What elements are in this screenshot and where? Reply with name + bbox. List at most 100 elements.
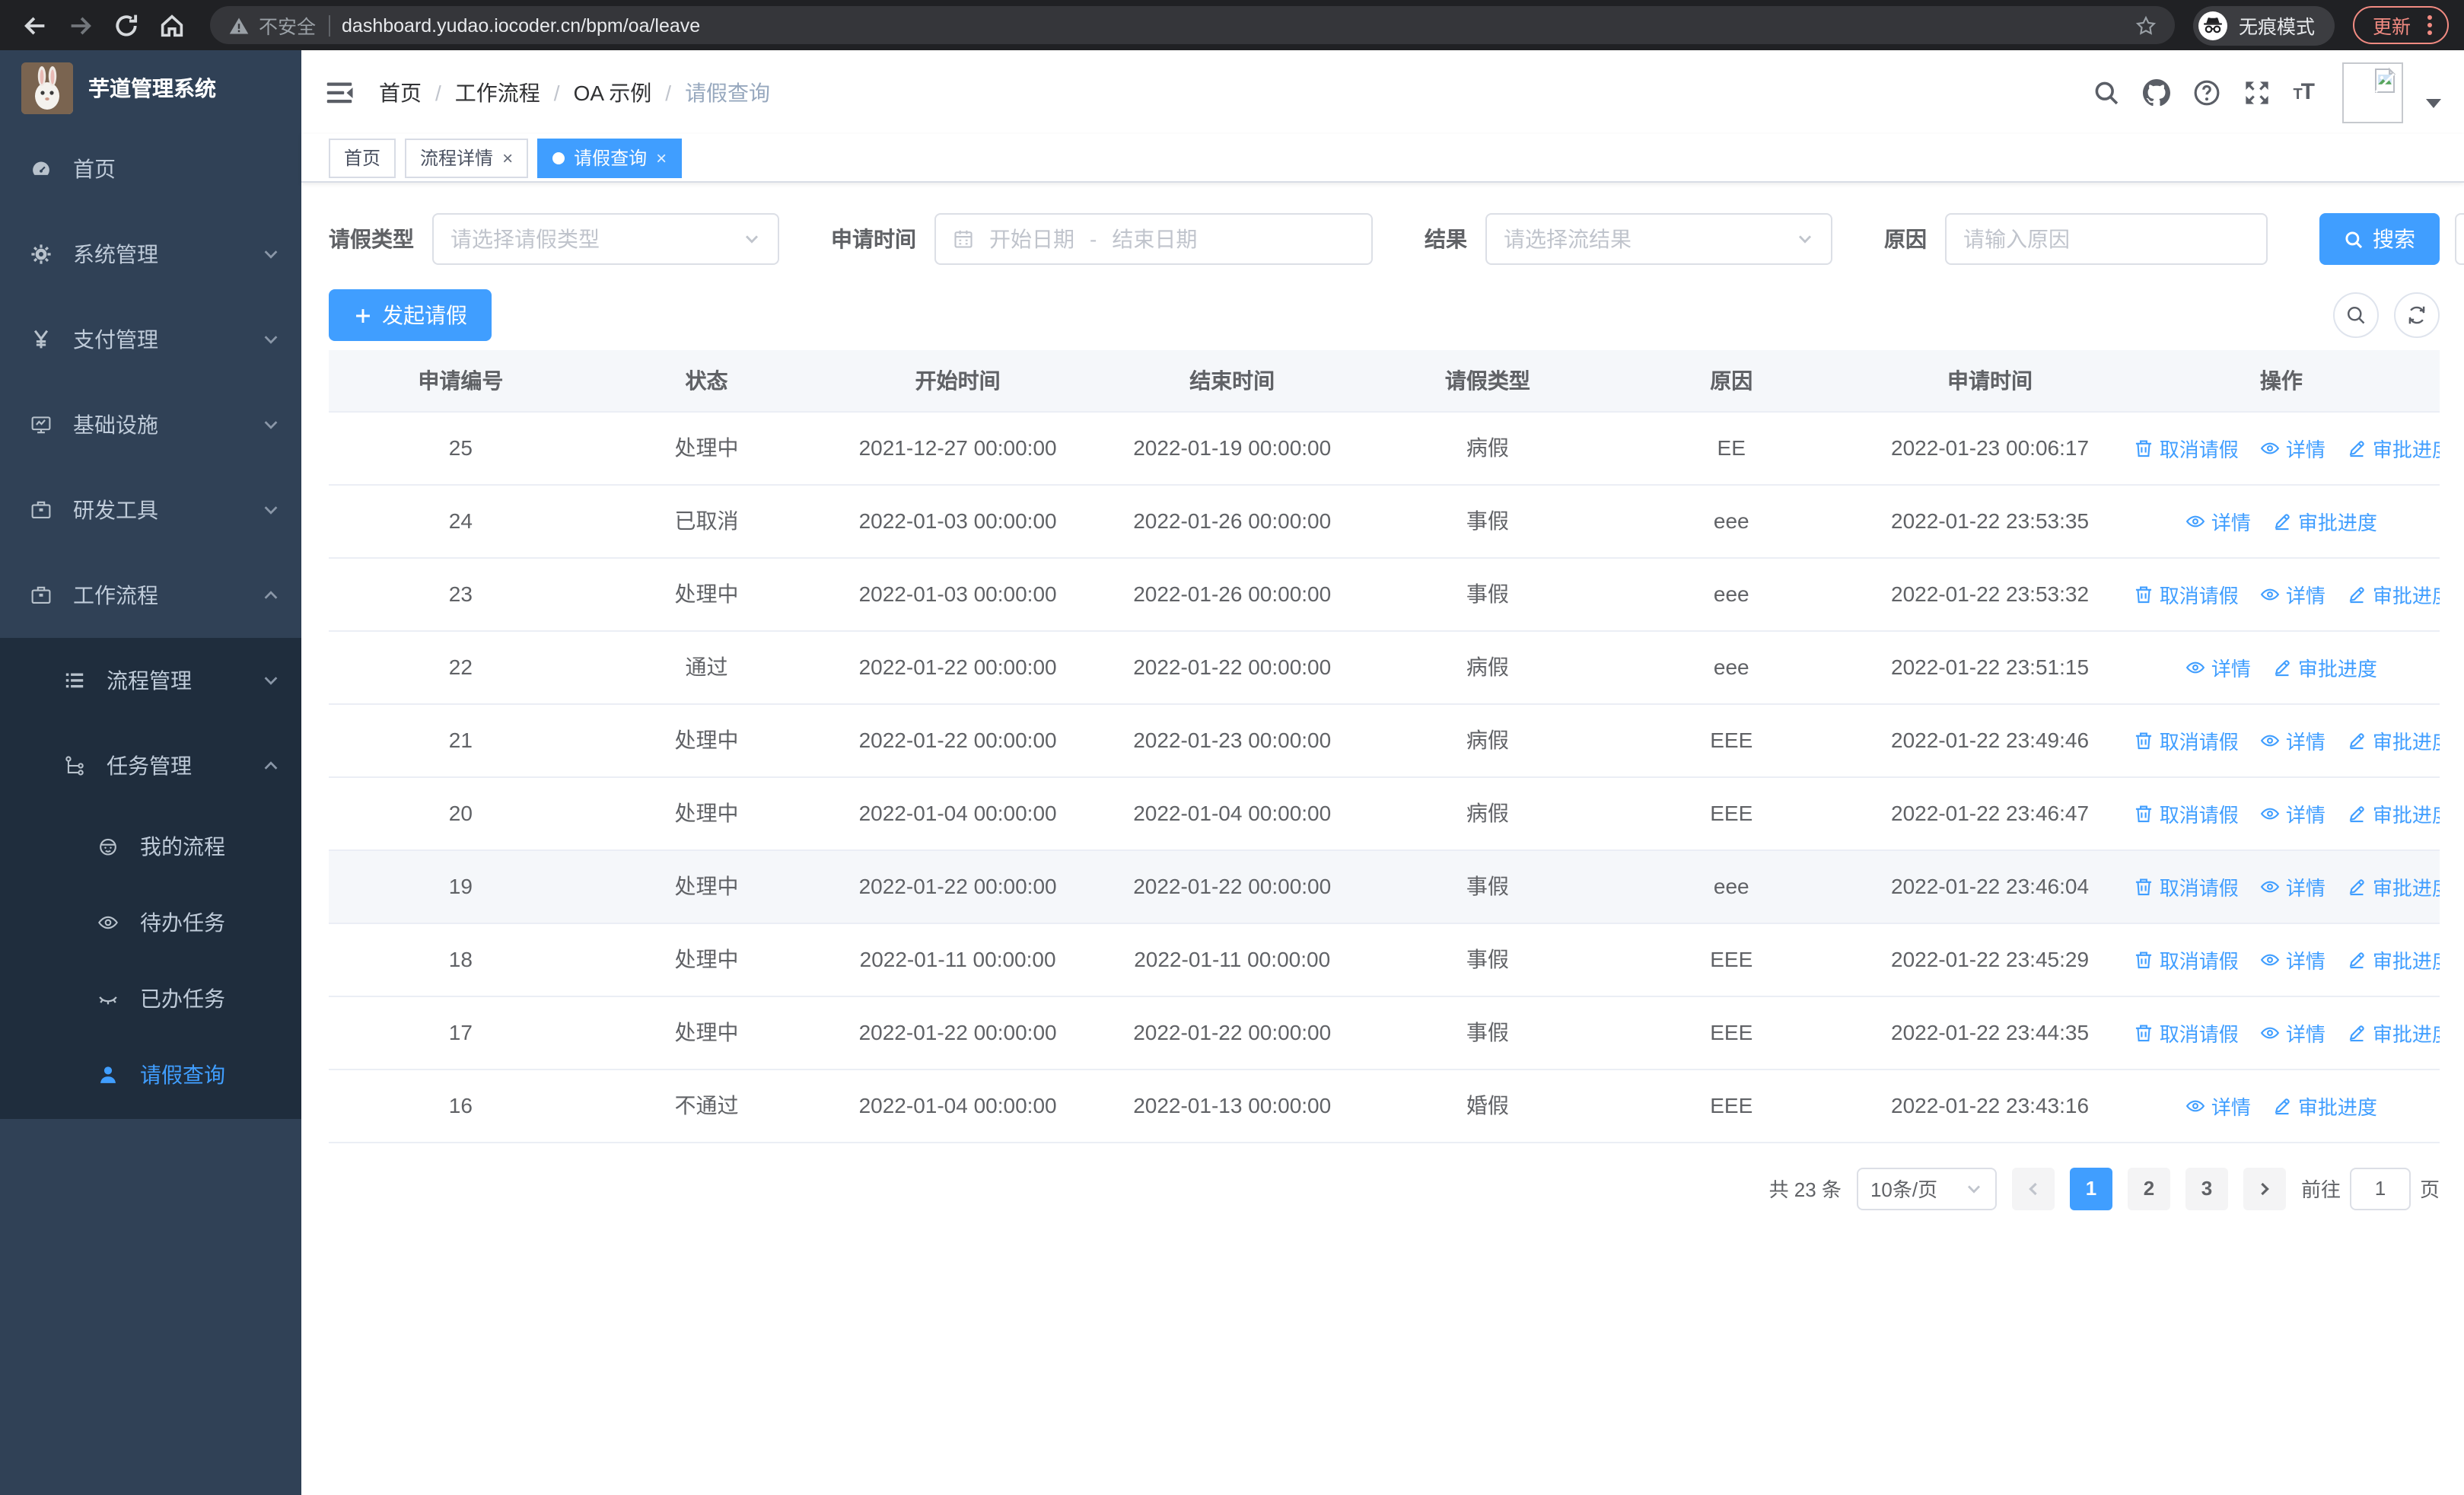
- sidebar-item-my-process[interactable]: 我的流程: [0, 808, 301, 885]
- detail-action-link[interactable]: 详情: [2260, 433, 2326, 462]
- pen-icon: [2347, 584, 2367, 604]
- update-button[interactable]: 更新: [2352, 6, 2449, 44]
- next-page-button[interactable]: [2243, 1167, 2286, 1210]
- create-leave-label: 发起请假: [382, 303, 467, 327]
- progress-action-link[interactable]: 审批进度: [2347, 433, 2440, 462]
- cancel-action-link[interactable]: 取消请假: [2134, 945, 2239, 974]
- detail-action-link[interactable]: 详情: [2185, 1091, 2251, 1120]
- page-button-2[interactable]: 2: [2127, 1167, 2170, 1210]
- fullscreen-button[interactable]: [2243, 78, 2270, 106]
- cancel-action-link[interactable]: 取消请假: [2134, 579, 2239, 608]
- progress-action-link[interactable]: 审批进度: [2347, 1018, 2440, 1047]
- page-size-select[interactable]: 10条/页: [1856, 1167, 1997, 1210]
- date-range-picker[interactable]: 开始日期 - 结束日期: [934, 213, 1373, 265]
- progress-action-link[interactable]: 审批进度: [2347, 872, 2440, 901]
- detail-action-link[interactable]: 详情: [2260, 579, 2326, 608]
- cell-type: 病假: [1369, 703, 1606, 777]
- header-search-button[interactable]: [2092, 78, 2119, 106]
- cancel-action-link[interactable]: 取消请假: [2134, 872, 2239, 901]
- goto-page-input[interactable]: [2349, 1167, 2411, 1210]
- search-icon: [2344, 229, 2364, 249]
- sidebar-item-done-tasks[interactable]: 已办任务: [0, 961, 301, 1037]
- progress-action-link[interactable]: 审批进度: [2272, 506, 2377, 535]
- breadcrumb-item[interactable]: OA 示例: [574, 77, 652, 107]
- collapse-sidebar-icon[interactable]: [324, 77, 355, 107]
- tab-请假查询[interactable]: 请假查询 ×: [537, 138, 683, 177]
- view-icon: [2185, 1095, 2205, 1115]
- tab-流程详情[interactable]: 流程详情 ×: [405, 138, 529, 177]
- table-row: 22 通过 2022-01-22 00:00:00 2022-01-22 00:00:…: [329, 630, 2440, 704]
- avatar-caret-icon[interactable]: [2426, 98, 2441, 107]
- sidebar-item-label: 工作流程: [73, 583, 158, 607]
- column-header: 申请编号: [329, 350, 593, 412]
- cancel-action-link[interactable]: 取消请假: [2134, 433, 2239, 462]
- progress-action-link[interactable]: 审批进度: [2347, 725, 2440, 754]
- bookmark-star-icon[interactable]: [2135, 14, 2157, 36]
- font-size-button[interactable]: TT: [2293, 79, 2315, 105]
- leave-type-select[interactable]: 请选择请假类型: [432, 213, 779, 265]
- github-link[interactable]: [2142, 78, 2170, 106]
- progress-action-link[interactable]: 审批进度: [2272, 1091, 2377, 1120]
- detail-action-link[interactable]: 详情: [2260, 945, 2326, 974]
- browser-reload-icon[interactable]: [107, 5, 146, 45]
- sidebar-item-system[interactable]: 系统管理: [0, 212, 301, 297]
- refresh-table-button[interactable]: [2394, 292, 2440, 338]
- sidebar-item-task-management[interactable]: 任务管理: [0, 723, 301, 808]
- sidebar-item-devtools[interactable]: 研发工具: [0, 467, 301, 553]
- url-bar[interactable]: 不安全 dashboard.yudao.iocoder.cn/bpm/oa/le…: [210, 6, 2175, 44]
- sidebar-item-leave-query[interactable]: 请假查询: [0, 1037, 301, 1113]
- reason-input[interactable]: 请输入原因: [1945, 213, 2268, 265]
- action-label: 审批进度: [2372, 730, 2440, 753]
- breadcrumb-item[interactable]: 首页: [379, 77, 422, 107]
- sidebar-item-process-management[interactable]: 流程管理: [0, 638, 301, 723]
- browser-menu-icon[interactable]: [2424, 12, 2435, 38]
- prev-page-button[interactable]: [2011, 1167, 2055, 1210]
- page-button-1[interactable]: 1: [2069, 1167, 2112, 1210]
- tab-首页[interactable]: 首页: [329, 138, 396, 177]
- detail-action-link[interactable]: 详情: [2260, 1018, 2326, 1047]
- reset-button[interactable]: 重置: [2455, 213, 2464, 265]
- create-leave-button[interactable]: 发起请假: [329, 289, 492, 341]
- result-select[interactable]: 请选择流结果: [1485, 213, 1832, 265]
- progress-action-link[interactable]: 审批进度: [2347, 579, 2440, 608]
- cancel-action-link[interactable]: 取消请假: [2134, 1018, 2239, 1047]
- browser-forward-icon[interactable]: [61, 5, 100, 45]
- cell-id: 19: [329, 850, 593, 923]
- sidebar-item-todo-tasks[interactable]: 待办任务: [0, 885, 301, 961]
- progress-action-link[interactable]: 审批进度: [2347, 799, 2440, 827]
- cancel-action-link[interactable]: 取消请假: [2134, 725, 2239, 754]
- detail-action-link[interactable]: 详情: [2260, 872, 2326, 901]
- browser-back-icon[interactable]: [15, 5, 55, 45]
- security-indicator[interactable]: 不安全: [228, 11, 316, 40]
- action-label: 取消请假: [2159, 438, 2239, 461]
- browser-home-icon[interactable]: [152, 5, 192, 45]
- detail-action-link[interactable]: 详情: [2185, 652, 2251, 681]
- close-tab-icon[interactable]: ×: [502, 148, 513, 167]
- close-tab-icon[interactable]: ×: [656, 148, 667, 167]
- filter-actions: 搜索 重置: [2319, 213, 2464, 265]
- detail-action-link[interactable]: 详情: [2260, 725, 2326, 754]
- breadcrumb-item[interactable]: 工作流程: [455, 77, 540, 107]
- sidebar-item-payment[interactable]: 支付管理: [0, 297, 301, 382]
- goto-page: 前往 页: [2301, 1167, 2440, 1210]
- sidebar-item-infrastructure[interactable]: 基础设施: [0, 382, 301, 467]
- action-label: 取消请假: [2159, 803, 2239, 826]
- detail-action-link[interactable]: 详情: [2185, 506, 2251, 535]
- pen-icon: [2347, 730, 2367, 750]
- progress-action-link[interactable]: 审批进度: [2272, 652, 2377, 681]
- action-label: 详情: [2211, 511, 2251, 534]
- cell-reason: EEE: [1606, 923, 1858, 996]
- help-button[interactable]: [2192, 78, 2220, 106]
- search-button[interactable]: 搜索: [2319, 213, 2440, 265]
- show-search-button[interactable]: [2333, 292, 2379, 338]
- cell-type: 事假: [1369, 850, 1606, 923]
- progress-action-link[interactable]: 审批进度: [2347, 945, 2440, 974]
- goto-suffix: 页: [2419, 1178, 2440, 1201]
- page-button-3[interactable]: 3: [2185, 1167, 2228, 1210]
- cancel-action-link[interactable]: 取消请假: [2134, 799, 2239, 827]
- user-avatar[interactable]: [2342, 62, 2403, 123]
- detail-action-link[interactable]: 详情: [2260, 799, 2326, 827]
- sidebar-item-workflow[interactable]: 工作流程: [0, 553, 301, 638]
- cell-id: 23: [329, 557, 593, 631]
- sidebar-item-home[interactable]: 首页: [0, 126, 301, 212]
